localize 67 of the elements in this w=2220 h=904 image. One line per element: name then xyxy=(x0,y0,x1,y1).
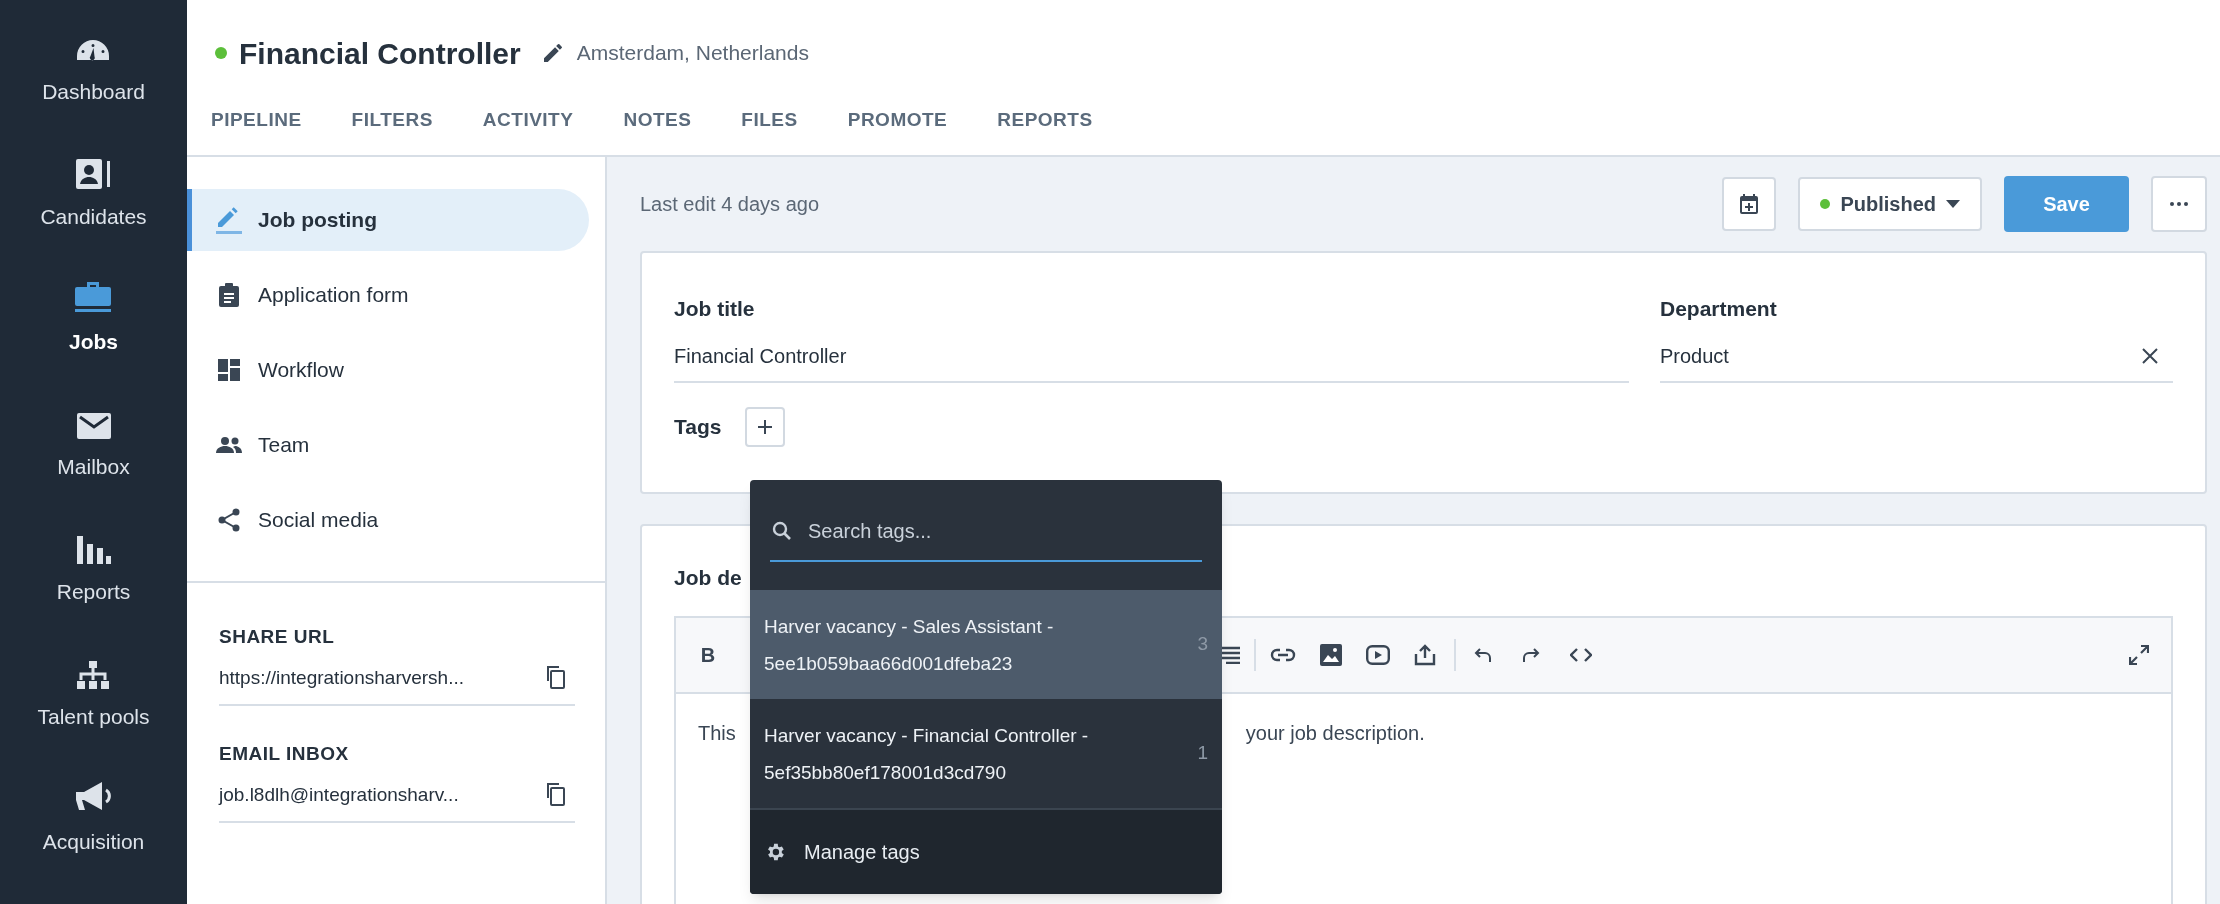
people-icon xyxy=(216,437,242,453)
sidebar-item[interactable]: Acquisition xyxy=(42,776,145,901)
bar-chart-icon xyxy=(76,536,111,564)
search-field[interactable]: Search tags... xyxy=(808,516,1188,546)
bold-button[interactable]: B xyxy=(698,639,718,670)
envelope-icon xyxy=(76,413,111,439)
section-heading: Job de xyxy=(674,566,742,589)
sidebar-item[interactable]: Reports xyxy=(56,526,131,651)
field-label: Tags xyxy=(674,413,722,440)
sidebar-item[interactable]: Mailbox xyxy=(57,401,130,526)
sidebar-item[interactable]: Dashboard xyxy=(42,26,145,151)
description-text: This xyxy=(698,720,736,746)
upload-icon[interactable] xyxy=(1414,643,1436,666)
manage-tags-item[interactable]: Manage tags xyxy=(750,808,1222,894)
more-icon xyxy=(2170,202,2188,206)
pencil-icon xyxy=(216,206,242,234)
department-field[interactable]: Product xyxy=(1660,324,2173,383)
plus-icon xyxy=(757,418,774,435)
job-location: Amsterdam, Netherlands xyxy=(576,40,809,67)
nav-tab[interactable]: FILES xyxy=(741,106,798,147)
job-title: Financial Controller xyxy=(239,35,521,72)
sidebar-item[interactable]: Candidates xyxy=(40,151,147,276)
close-icon[interactable] xyxy=(2141,346,2159,365)
job-title-field[interactable]: Financial Controller xyxy=(674,324,1629,383)
search-icon xyxy=(772,521,792,541)
field-label: EMAIL INBOX xyxy=(219,742,350,766)
side-menu-item[interactable]: Job posting xyxy=(187,189,589,251)
caret-icon xyxy=(1946,200,1960,208)
field-label: SHARE URL xyxy=(219,625,336,649)
side-menu-item[interactable]: Social media xyxy=(187,489,589,551)
copy-icon[interactable] xyxy=(545,783,565,807)
redo-icon[interactable] xyxy=(1522,646,1540,663)
nav-tab[interactable]: NOTES xyxy=(623,106,692,147)
tag-option[interactable]: Harver vacancy - Financial Controller - 5ef35bb80ef178001d3cd790 1 xyxy=(750,699,1222,808)
field-label: Job title xyxy=(674,296,756,322)
hierarchy-icon xyxy=(76,661,111,689)
nav-tab[interactable]: PROMOTE xyxy=(847,106,948,147)
last-edit-text: Last edit 4 days ago xyxy=(640,192,820,217)
nav-tab[interactable]: FILTERS xyxy=(351,106,433,147)
schedule-button[interactable] xyxy=(1722,177,1777,231)
nav-tab[interactable]: PIPELINE xyxy=(211,106,302,147)
copy-icon[interactable] xyxy=(545,666,565,690)
field-label: Department xyxy=(1660,296,1778,322)
side-menu-item[interactable]: Workflow xyxy=(187,339,589,401)
share-icon xyxy=(218,508,240,532)
link-value: job.l8dlh@integrationsharv... xyxy=(219,782,459,807)
link-icon[interactable] xyxy=(1270,647,1296,662)
side-menu-item[interactable]: Application form xyxy=(187,264,589,326)
undo-icon[interactable] xyxy=(1474,646,1492,663)
add-tag-button[interactable] xyxy=(745,406,786,447)
description-text: your job description. xyxy=(1245,720,1425,746)
side-menu-item[interactable]: Team xyxy=(187,414,589,476)
code-icon[interactable] xyxy=(1570,647,1592,662)
sidebar-item[interactable]: Talent pools xyxy=(37,651,150,776)
tag-option[interactable]: Harver vacancy - Sales Assistant - 5ee1b059baa66d001dfeba23 3 xyxy=(750,590,1222,699)
video-icon[interactable] xyxy=(1366,644,1390,665)
contact-card-icon xyxy=(75,159,112,189)
dashboard-grid-icon xyxy=(218,359,240,381)
link-value: https://integrationsharversh... xyxy=(219,665,464,690)
status-dropdown[interactable]: Published xyxy=(1798,177,1982,231)
sidebar-item[interactable]: Jobs xyxy=(69,276,118,401)
image-icon[interactable] xyxy=(1320,643,1342,666)
briefcase-icon xyxy=(74,280,113,314)
expand-icon[interactable] xyxy=(2129,644,2149,665)
clipboard-icon xyxy=(219,283,239,307)
nav-tab[interactable]: ACTIVITY xyxy=(482,106,574,147)
nav-tab[interactable]: REPORTS xyxy=(997,106,1093,147)
